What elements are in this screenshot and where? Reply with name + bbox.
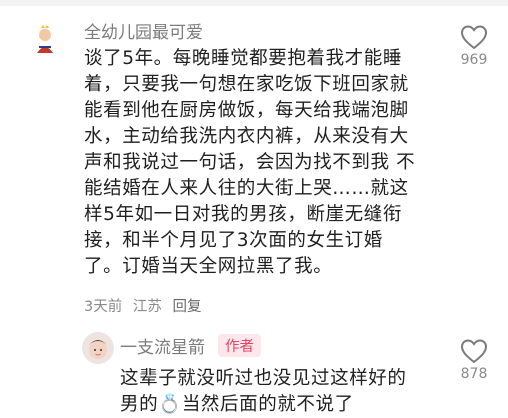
reply-button[interactable]: 回复 bbox=[172, 299, 201, 315]
reply-like-count: 878 bbox=[460, 366, 488, 382]
comment-text-line: 谈了5年。每晚睡觉都要抱着我才能睡 bbox=[84, 48, 402, 69]
comment-location: 江苏 bbox=[132, 299, 162, 315]
author-badge: 作者 bbox=[218, 334, 261, 357]
comment-text-line: 能看到他在厨房做饭，每天给我端泡脚 bbox=[84, 100, 409, 121]
comment-text-line: 了。订婚当天全网拉黑了我。 bbox=[84, 256, 333, 277]
reply-username[interactable]: 一支流星箭 bbox=[120, 333, 205, 358]
comment-text-line: 声和我说过一句话，会因为找不到我 不 bbox=[84, 152, 416, 173]
comment-text-line: 着，只要我一句想在家吃饭下班回家就 bbox=[84, 74, 409, 95]
baby-avatar-icon bbox=[83, 333, 113, 363]
avatar[interactable] bbox=[28, 22, 62, 56]
comment-text-line: 水，主动给我洗内衣内裤，从来没有大 bbox=[84, 126, 409, 147]
comment-like-count: 969 bbox=[460, 52, 488, 68]
comment-username[interactable]: 全幼儿园最可爱 bbox=[84, 18, 203, 43]
comment-time: 3天前 bbox=[84, 299, 123, 315]
heart-outline-icon[interactable] bbox=[452, 338, 496, 364]
comment-meta: 3天前 江苏 回复 bbox=[84, 295, 207, 316]
top-divider bbox=[0, 0, 508, 6]
comment-text-line: 样5年如一日对我的男孩，断崖无缝衔 bbox=[84, 204, 402, 225]
reply-text-line: 这辈子就没听过也没见过这样好的 bbox=[120, 368, 407, 389]
reply-like-button[interactable]: 878 bbox=[452, 338, 496, 382]
reply-text-line: 男的💍当然后面的就不说了 bbox=[120, 394, 354, 415]
cartoon-avatar-icon bbox=[29, 23, 61, 55]
heart-outline-icon[interactable] bbox=[452, 24, 496, 50]
comment-text-line: 接，和半个月见了3次面的女生订婚 bbox=[84, 230, 383, 251]
comment-text-line: 能结婚在人来人往的大街上哭……就这 bbox=[84, 178, 409, 199]
comment-text: 谈了5年。每晚睡觉都要抱着我才能睡 着，只要我一句想在家吃饭下班回家就 能看到他… bbox=[84, 46, 440, 280]
reply-avatar[interactable] bbox=[82, 332, 114, 364]
reply-text: 这辈子就没听过也没见过这样好的 男的💍当然后面的就不说了 bbox=[120, 366, 440, 418]
comment-like-button[interactable]: 969 bbox=[452, 24, 496, 68]
